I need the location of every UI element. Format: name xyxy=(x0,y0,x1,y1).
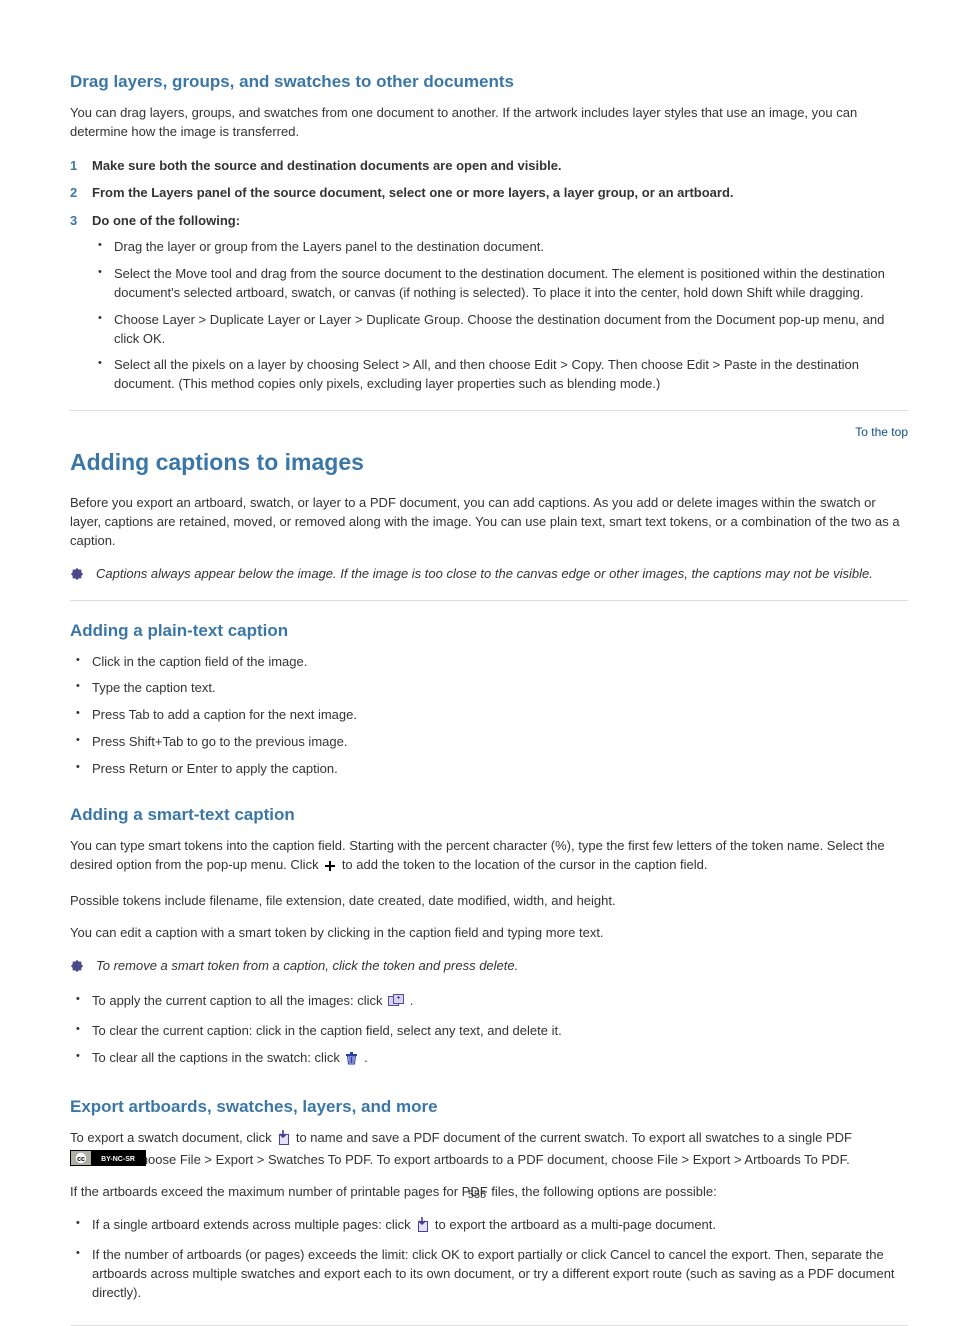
plain-bullet-5: Press Return or Enter to apply the capti… xyxy=(70,760,908,779)
note-icon-2 xyxy=(70,959,84,978)
cc-license-badge[interactable]: cc BY-NC-SR xyxy=(70,1150,146,1171)
drag-step-3: Do one of the following: Drag the layer … xyxy=(70,211,908,394)
trash-icon xyxy=(345,1051,358,1071)
drag-substep-4: Select all the pixels on a layer by choo… xyxy=(92,356,908,394)
drag-step-1: Make sure both the source and destinatio… xyxy=(70,156,908,176)
plain-caption-title: Adding a plain-text caption xyxy=(70,621,908,641)
drag-substep-2: Select the Move tool and drag from the s… xyxy=(92,265,908,303)
smart-note: To remove a smart token from a caption, … xyxy=(70,957,908,978)
plain-bullet-3: Press Tab to add a caption for the next … xyxy=(70,706,908,725)
divider-1 xyxy=(70,410,908,411)
export-bullet-2: If the number of artboards (or pages) ex… xyxy=(70,1246,908,1303)
to-the-top-link-1[interactable]: To the top xyxy=(855,425,908,439)
smart-sub-2: To clear the current caption: click in t… xyxy=(70,1022,908,1041)
plain-bullet-4: Press Shift+Tab to go to the previous im… xyxy=(70,733,908,752)
captions-note-text: Captions always appear below the image. … xyxy=(96,565,873,584)
section-captions-p1: Before you export an artboard, swatch, o… xyxy=(70,494,908,551)
note-icon xyxy=(70,567,84,586)
smart-caption-p3: You can edit a caption with a smart toke… xyxy=(70,924,908,943)
drag-steps: Make sure both the source and destinatio… xyxy=(70,156,908,394)
export-p1: To export a swatch document, click to na… xyxy=(70,1129,908,1170)
smart-note-text: To remove a smart token from a caption, … xyxy=(96,957,518,976)
smart-caption-title: Adding a smart-text caption xyxy=(70,805,908,825)
smart-caption-p2: Possible tokens include filename, file e… xyxy=(70,892,908,911)
plus-icon xyxy=(324,859,336,878)
drag-substep-3: Choose Layer > Duplicate Layer or Layer … xyxy=(92,311,908,349)
section-drag-title: Drag layers, groups, and swatches to oth… xyxy=(70,72,908,92)
captions-note: Captions always appear below the image. … xyxy=(70,565,908,586)
svg-text:cc: cc xyxy=(77,1156,85,1163)
section-drag-intro: You can drag layers, groups, and swatche… xyxy=(70,104,908,142)
page-content: Drag layers, groups, and swatches to oth… xyxy=(0,0,954,1326)
plain-bullet-1: Click in the caption field of the image. xyxy=(70,653,908,672)
drag-substep-1: Drag the layer or group from the Layers … xyxy=(92,238,908,257)
export-title: Export artboards, swatches, layers, and … xyxy=(70,1097,908,1117)
smart-caption-p1: You can type smart tokens into the capti… xyxy=(70,837,908,878)
export-icon xyxy=(277,1130,290,1151)
smart-sub-3: To clear all the captions in the swatch:… xyxy=(70,1049,908,1071)
smart-sub-1: To apply the current caption to all the … xyxy=(70,992,908,1014)
divider-2 xyxy=(70,600,908,601)
svg-text:BY-NC-SR: BY-NC-SR xyxy=(101,1156,135,1163)
drag-step-2: From the Layers panel of the source docu… xyxy=(70,183,908,203)
section-captions-title: Adding captions to images xyxy=(70,449,908,476)
plain-bullet-2: Type the caption text. xyxy=(70,679,908,698)
apply-all-icon xyxy=(388,994,404,1014)
export-bullets: If a single artboard extends across mult… xyxy=(70,1216,908,1302)
page-number: 555 xyxy=(0,1189,954,1201)
plain-caption-bullets: Click in the caption field of the image.… xyxy=(70,653,908,779)
smart-sub-bullets: To apply the current caption to all the … xyxy=(70,992,908,1071)
